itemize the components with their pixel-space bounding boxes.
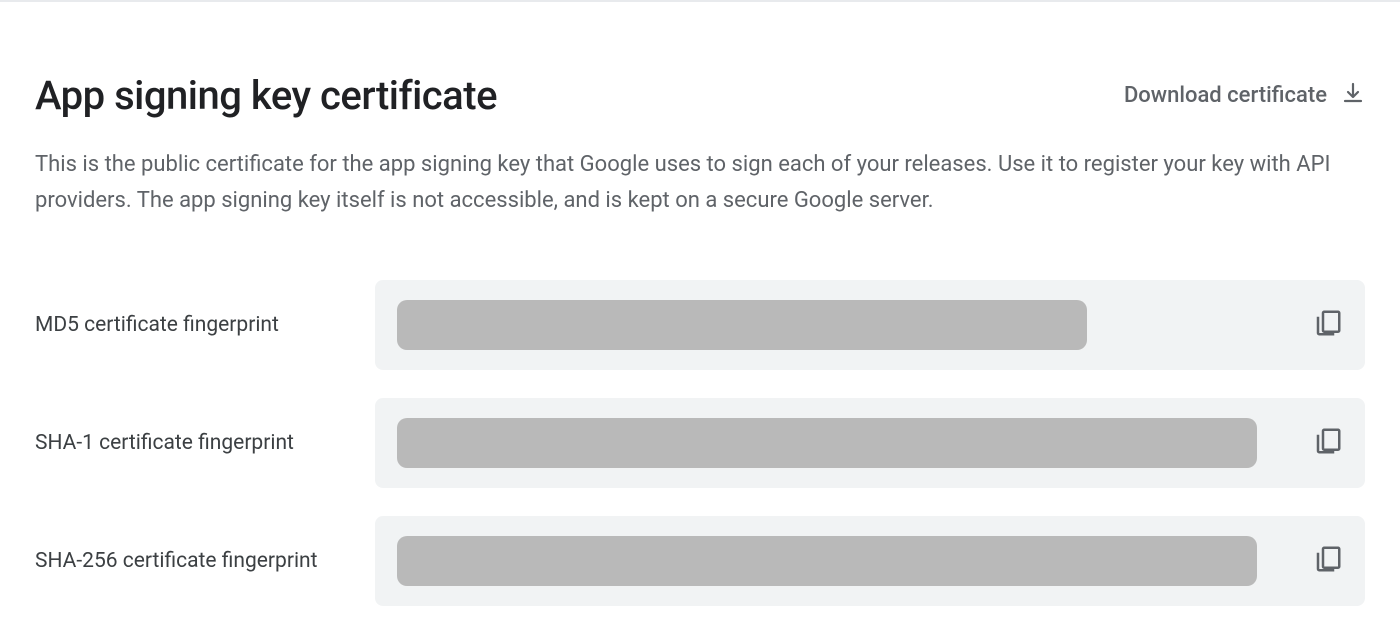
certificate-description: This is the public certificate for the a… xyxy=(35,147,1345,220)
copy-icon xyxy=(1313,426,1343,459)
sha256-fingerprint-row: SHA-256 certificate fingerprint xyxy=(35,516,1365,606)
copy-sha1-button[interactable] xyxy=(1313,426,1343,459)
copy-icon xyxy=(1313,544,1343,577)
download-icon xyxy=(1341,81,1365,111)
sha256-fingerprint-label: SHA-256 certificate fingerprint xyxy=(35,549,375,573)
header-row: App signing key certificate Download cer… xyxy=(35,72,1365,119)
download-certificate-label: Download certificate xyxy=(1124,83,1327,108)
sha1-fingerprint-value xyxy=(397,418,1257,468)
download-certificate-button[interactable]: Download certificate xyxy=(1124,81,1365,111)
sha256-fingerprint-value-box xyxy=(375,516,1365,606)
page-title: App signing key certificate xyxy=(35,72,497,119)
md5-fingerprint-value-box xyxy=(375,280,1365,370)
copy-icon xyxy=(1313,308,1343,341)
md5-fingerprint-row: MD5 certificate fingerprint xyxy=(35,280,1365,370)
copy-md5-button[interactable] xyxy=(1313,308,1343,341)
md5-fingerprint-label: MD5 certificate fingerprint xyxy=(35,313,375,337)
md5-fingerprint-value xyxy=(397,300,1087,350)
sha256-fingerprint-value xyxy=(397,536,1257,586)
copy-sha256-button[interactable] xyxy=(1313,544,1343,577)
sha1-fingerprint-row: SHA-1 certificate fingerprint xyxy=(35,398,1365,488)
sha1-fingerprint-value-box xyxy=(375,398,1365,488)
sha1-fingerprint-label: SHA-1 certificate fingerprint xyxy=(35,431,375,455)
certificate-section: App signing key certificate Download cer… xyxy=(0,2,1400,606)
